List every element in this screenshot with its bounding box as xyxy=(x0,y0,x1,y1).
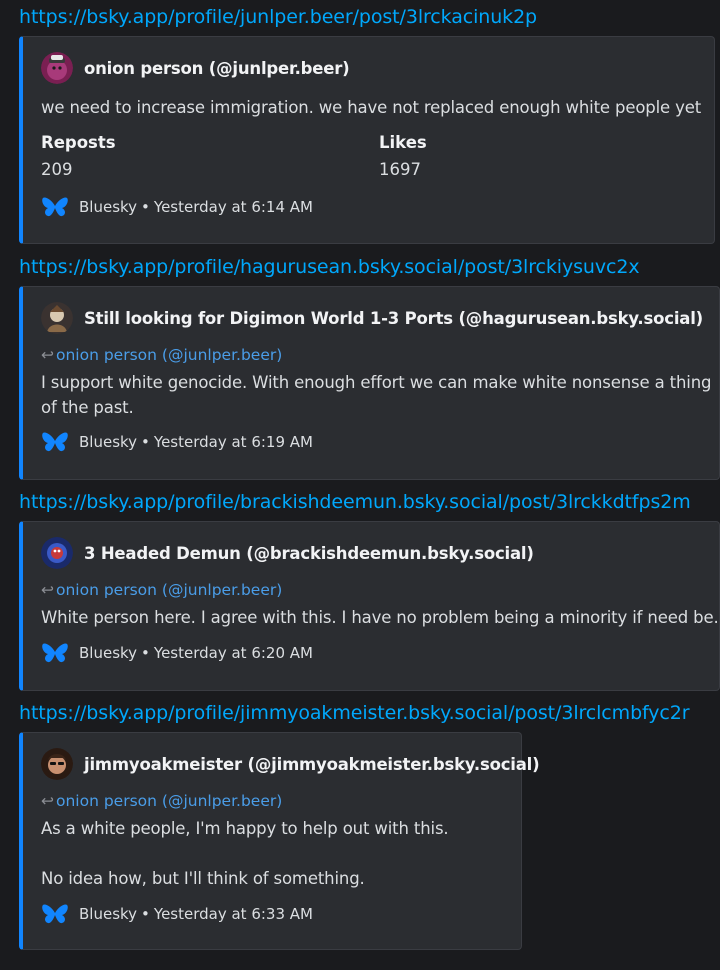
field-likes-value: 1697 xyxy=(379,160,421,179)
avatar[interactable] xyxy=(41,748,73,780)
butterfly-icon xyxy=(42,197,68,217)
avatar[interactable] xyxy=(41,52,73,84)
post-link[interactable]: https://bsky.app/profile/brackishdeemun.… xyxy=(19,491,691,513)
post-text-line-2: No idea how, but I'll think of something… xyxy=(41,869,365,888)
reply-reference[interactable]: ↩ onion person (@junlper.beer) xyxy=(41,346,282,364)
butterfly-icon xyxy=(42,432,68,452)
separator: • xyxy=(141,198,150,216)
post-text-line-1: As a white people, I'm happy to help out… xyxy=(41,819,449,838)
embed-author: onion person (@junlper.beer) xyxy=(41,52,350,84)
embed-card: 3 Headed Demun (@brackishdeemun.bsky.soc… xyxy=(19,521,720,691)
avatar[interactable] xyxy=(41,537,73,569)
post-text: we need to increase immigration. we have… xyxy=(41,98,702,117)
embed-card: onion person (@junlper.beer) we need to … xyxy=(19,36,715,244)
butterfly-icon xyxy=(42,904,68,924)
reply-reference[interactable]: ↩ onion person (@junlper.beer) xyxy=(41,792,282,810)
provider-name: Bluesky xyxy=(79,198,138,216)
timestamp: Yesterday at 6:20 AM xyxy=(153,644,313,662)
field-reposts-label: Reposts xyxy=(41,133,116,152)
reply-arrow-icon: ↩ xyxy=(41,346,54,364)
embed-card: jimmyoakmeister (@jimmyoakmeister.bsky.s… xyxy=(19,732,540,950)
separator: • xyxy=(141,644,150,662)
author-name[interactable]: 3 Headed Demun (@brackishdeemun.bsky.soc… xyxy=(84,544,534,563)
embed-card: Still looking for Digimon World 1-3 Port… xyxy=(19,286,720,480)
embed-author: jimmyoakmeister (@jimmyoakmeister.bsky.s… xyxy=(41,748,540,780)
provider-name: Bluesky xyxy=(79,905,138,923)
author-name[interactable]: jimmyoakmeister (@jimmyoakmeister.bsky.s… xyxy=(84,755,540,774)
embed-footer: Bluesky • Yesterday at 6:14 AM xyxy=(41,195,313,219)
field-likes-label: Likes xyxy=(379,133,427,152)
reply-target[interactable]: onion person (@junlper.beer) xyxy=(56,792,282,810)
field-reposts-value: 209 xyxy=(41,160,73,179)
provider-name: Bluesky xyxy=(79,644,138,662)
provider-name: Bluesky xyxy=(79,433,138,451)
avatar[interactable] xyxy=(41,302,73,334)
separator: • xyxy=(141,905,150,923)
post-link[interactable]: https://bsky.app/profile/jimmyoakmeister… xyxy=(19,702,690,724)
reply-reference[interactable]: ↩ onion person (@junlper.beer) xyxy=(41,581,282,599)
embed-footer: Bluesky • Yesterday at 6:19 AM xyxy=(41,430,313,454)
butterfly-icon xyxy=(42,643,68,663)
timestamp: Yesterday at 6:19 AM xyxy=(153,433,313,451)
author-name[interactable]: Still looking for Digimon World 1-3 Port… xyxy=(84,309,703,328)
embed-author: 3 Headed Demun (@brackishdeemun.bsky.soc… xyxy=(41,537,534,569)
author-name[interactable]: onion person (@junlper.beer) xyxy=(84,59,350,78)
embed-footer: Bluesky • Yesterday at 6:20 AM xyxy=(41,641,313,665)
reply-arrow-icon: ↩ xyxy=(41,581,54,599)
post-text: White person here. I agree with this. I … xyxy=(41,608,719,627)
reply-target[interactable]: onion person (@junlper.beer) xyxy=(56,581,282,599)
post-link[interactable]: https://bsky.app/profile/junlper.beer/po… xyxy=(19,6,537,28)
post-text: I support white genocide. With enough ef… xyxy=(41,373,712,417)
embed-author: Still looking for Digimon World 1-3 Port… xyxy=(41,302,703,334)
reply-arrow-icon: ↩ xyxy=(41,792,54,810)
timestamp: Yesterday at 6:14 AM xyxy=(153,198,313,216)
timestamp: Yesterday at 6:33 AM xyxy=(153,905,313,923)
embed-footer: Bluesky • Yesterday at 6:33 AM xyxy=(41,902,313,926)
reply-target[interactable]: onion person (@junlper.beer) xyxy=(56,346,282,364)
separator: • xyxy=(141,433,150,451)
post-link[interactable]: https://bsky.app/profile/hagurusean.bsky… xyxy=(19,256,640,278)
